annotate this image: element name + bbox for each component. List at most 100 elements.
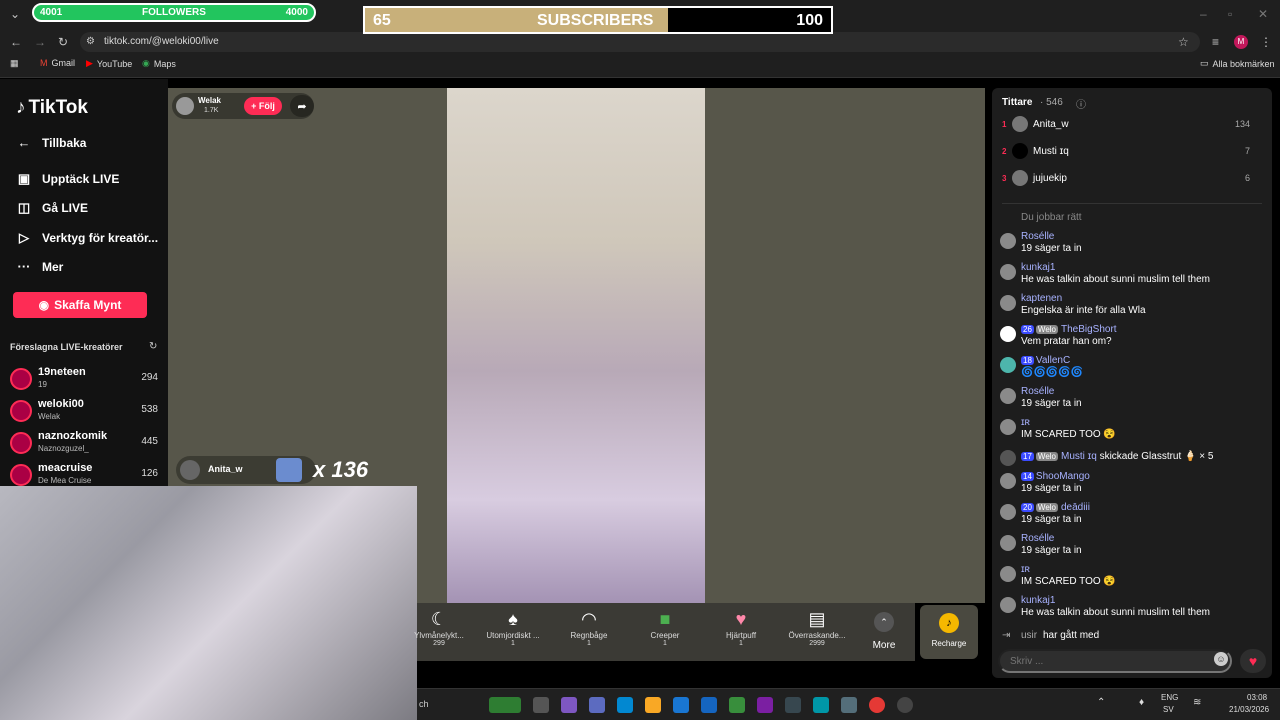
site-info-icon[interactable]: ⚙ [86, 32, 95, 52]
gift-item[interactable]: ■ Creeper 1 [631, 609, 699, 647]
address-row: ← → ↻ ⚙ tiktok.com/@weloki00/live ☆ ≡ M … [0, 32, 1280, 54]
level-badge: 17 [1021, 452, 1034, 461]
avatar [10, 432, 32, 454]
gift-combo: x 136 [313, 457, 369, 482]
creator-item[interactable]: weloki00 Welak 538 [10, 398, 160, 428]
avatar [10, 400, 32, 422]
refresh-icon[interactable]: ↻ [149, 341, 157, 352]
gift-item[interactable]: ▤ Överraskande... 2999 [783, 609, 851, 647]
reading-list-icon[interactable]: ≡ [1212, 32, 1219, 52]
globe-icon [1000, 450, 1016, 466]
close-icon[interactable]: ✕ [1258, 4, 1268, 24]
forward-icon[interactable]: → [34, 32, 46, 52]
chat-message: Rosélle 19 säger ta in [1000, 386, 1270, 414]
explorer-icon[interactable] [645, 697, 661, 713]
minimize-icon[interactable]: – [1200, 4, 1207, 24]
alien-icon: ♠ [508, 609, 518, 629]
app-icon[interactable] [729, 697, 745, 713]
avatar [1000, 326, 1016, 342]
gift-item[interactable]: ☾ Ylvmånelykt... 299 [405, 609, 473, 647]
clock-time[interactable]: 03:08 [1247, 693, 1267, 702]
back-button[interactable]: ← Tillbaka [16, 135, 87, 150]
chrome-menu-icon[interactable]: ⋮ [1260, 32, 1272, 52]
top-viewer-row[interactable]: 3 jujuekip 6 [1002, 170, 1264, 190]
avatar [1000, 535, 1016, 551]
gift-bar: ☾ Ylvmånelykt... 299 ♠ Utomjordiskt ... 1 ◠ R… [414, 603, 915, 661]
subs-goal: 100 [796, 12, 823, 29]
address-bar[interactable]: ⚙ tiktok.com/@weloki00/live ☆ [80, 32, 1200, 52]
nav-more[interactable]: ··· Mer [16, 259, 64, 274]
recharge-button[interactable]: ♪ Recharge [920, 605, 978, 659]
gift-item[interactable]: ♠ Utomjordiskt ... 1 [479, 609, 547, 647]
avatar [1000, 388, 1016, 404]
level-badge: 14 [1021, 472, 1034, 481]
gift-item[interactable]: ◠ Regnbåge 1 [555, 609, 623, 647]
tiktok-logo[interactable]: ♪ TikTok [16, 97, 88, 119]
level-badge: 20 [1021, 503, 1034, 512]
edge-icon[interactable] [617, 697, 633, 713]
nav-go-live[interactable]: ◫ Gå LIVE [16, 200, 88, 216]
top-viewer-row[interactable]: 2 Musti ɪq 7 [1002, 143, 1264, 163]
avatar [10, 464, 32, 486]
tray-chevron-icon[interactable]: ⌃ [1097, 697, 1105, 708]
info-icon[interactable]: ⓘ [1076, 96, 1086, 111]
app-icon[interactable] [785, 697, 801, 713]
back-icon[interactable]: ← [10, 32, 22, 52]
clock-date: 21/03/2026 [1229, 705, 1270, 714]
tab-menu-icon[interactable]: ⌄ [10, 4, 20, 24]
obs-icon[interactable] [897, 697, 913, 713]
gift-notification: Anita_w [176, 456, 316, 484]
chat-message: 14 ShooMango 19 säger ta in [1000, 471, 1270, 499]
tools-icon: ▷ [19, 230, 29, 245]
get-coins-button[interactable]: ◉ Skaffa Mynt [13, 292, 147, 318]
top-viewer-row[interactable]: 1 Anita_w 134 [1002, 116, 1264, 136]
profile-avatar[interactable]: M [1234, 35, 1248, 49]
reload-icon[interactable]: ↻ [58, 32, 68, 52]
photos-icon[interactable] [813, 697, 829, 713]
app-icon[interactable] [841, 697, 857, 713]
fan-badge: Welo [1035, 325, 1058, 334]
all-bookmarks[interactable]: ▭ Alla bokmärken [1200, 58, 1275, 69]
join-icon: ⇥ [1002, 630, 1011, 641]
task-view-icon[interactable] [533, 697, 549, 713]
follow-button[interactable]: + Följ [244, 97, 282, 115]
fan-badge: Welo [1035, 503, 1058, 512]
viewers-title: Tittare [1002, 97, 1033, 108]
nav-discover-live[interactable]: ▣ Upptäck LIVE [16, 171, 120, 187]
chat-message: kaptenen Engelska är inte för alla Wla [1000, 293, 1270, 321]
emoji-icon[interactable]: ☺ [1214, 652, 1228, 666]
language-indicator[interactable]: ENG [1161, 693, 1178, 702]
sidebar: ♪ TikTok ← Tillbaka ▣ Upptäck LIVE ◫ Gå LIVE… [0, 79, 168, 489]
camera-icon: ◫ [17, 200, 31, 215]
copilot-icon[interactable] [561, 697, 577, 713]
outlook-icon[interactable] [701, 697, 717, 713]
bookmark-gmail[interactable]: M Gmail [40, 58, 75, 68]
bookmark-youtube[interactable]: ▶ YouTube [86, 58, 132, 69]
like-heart-icon[interactable]: ♥ [1240, 649, 1266, 673]
chat-input[interactable] [998, 649, 1232, 673]
chrome-icon[interactable] [869, 697, 885, 713]
maximize-icon[interactable]: ▫ [1228, 4, 1232, 24]
nav-creator-tools[interactable]: ▷ Verktyg för kreatör... [16, 230, 158, 246]
gift-item[interactable]: ♥ Hjärtpuff 1 [707, 609, 775, 647]
bookmark-maps[interactable]: ◉ Maps [142, 58, 176, 69]
store-icon[interactable] [673, 697, 689, 713]
mic-icon[interactable]: ♦ [1139, 697, 1144, 708]
taskbar-widget[interactable] [489, 697, 521, 713]
followers-goal-bar: 4001 FOLLOWERS 4000 [32, 3, 316, 22]
apps-icon[interactable]: ▦ [10, 58, 19, 69]
live-video[interactable] [447, 88, 705, 603]
bookmark-star-icon[interactable]: ☆ [1178, 32, 1189, 52]
more-gifts-button[interactable]: ⌃ More [868, 612, 900, 651]
app-icon[interactable] [757, 697, 773, 713]
teams-icon[interactable] [589, 697, 605, 713]
rainbow-icon: ◠ [581, 609, 597, 629]
creator-item[interactable]: 19neteen 19 294 [10, 366, 160, 396]
gift-icon [276, 458, 302, 482]
creator-item[interactable]: naznozkomik Naznozguzel_ 445 [10, 430, 160, 460]
level-badge: 26 [1021, 325, 1034, 334]
wifi-icon[interactable]: ≋ [1193, 697, 1201, 708]
chat-message: kunkaj1 He was talkin about sunni muslim … [1000, 595, 1270, 623]
share-icon[interactable]: ➦ [290, 95, 314, 117]
viewers-count: · 546 [1040, 97, 1063, 108]
